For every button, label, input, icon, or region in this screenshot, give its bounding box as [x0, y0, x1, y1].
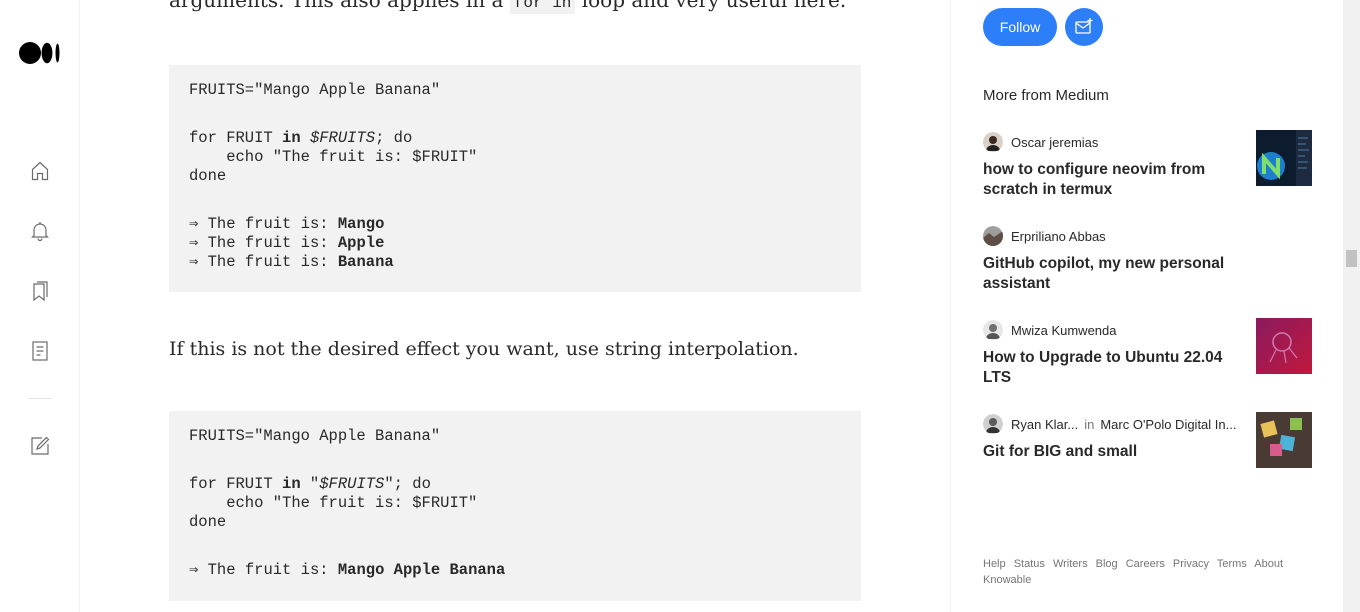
avatar[interactable]: [983, 132, 1003, 152]
story-title[interactable]: How to Upgrade to Ubuntu 22.04 LTS: [983, 348, 1233, 388]
author-name[interactable]: Erpriliano Abbas: [1011, 229, 1106, 244]
rail-divider: [28, 398, 52, 399]
code-line: for FRUIT in $FRUITS; do: [189, 129, 413, 147]
footer-link-terms[interactable]: Terms: [1217, 558, 1247, 570]
footer-link-writers[interactable]: Writers: [1053, 558, 1088, 570]
paragraph: If this is not the desired effect you wa…: [169, 338, 799, 360]
author-row: Erpriliano Abbas: [983, 226, 1312, 246]
code-line: done: [189, 167, 227, 185]
author-name[interactable]: Ryan Klar...: [1011, 417, 1078, 432]
code-line: for FRUIT in "$FRUITS"; do: [189, 475, 431, 493]
more-from-medium-heading: More from Medium: [983, 87, 1109, 104]
footer-link-blog[interactable]: Blog: [1096, 558, 1118, 570]
code-output-line: ⇒ The fruit is: Apple: [189, 234, 385, 252]
left-rail: [0, 0, 80, 612]
code-line: echo "The fruit is: $FRUIT": [189, 494, 478, 512]
code-block-2: FRUITS="Mango Apple Banana" for FRUIT in …: [169, 411, 861, 601]
avatar[interactable]: [983, 320, 1003, 340]
story-title[interactable]: Git for BIG and small: [983, 442, 1233, 462]
code-output-line: ⇒ The fruit is: Banana: [189, 253, 394, 271]
write-icon[interactable]: [28, 434, 52, 458]
story-thumbnail[interactable]: [1256, 130, 1312, 186]
avatar[interactable]: [983, 414, 1003, 434]
story-title[interactable]: GitHub copilot, my new personal assistan…: [983, 254, 1233, 294]
story-thumbnail[interactable]: [1256, 318, 1312, 374]
sidebar-footer: Help Status Writers Blog Careers Privacy…: [983, 556, 1303, 588]
paragraph-cut: arguments. This also applies in a for in…: [169, 0, 846, 17]
article-body: arguments. This also applies in a for in…: [80, 0, 949, 612]
list-item[interactable]: Ryan Klar... in Marc O'Polo Digital In..…: [983, 412, 1312, 468]
list-item[interactable]: Oscar jeremias how to configure neovim f…: [983, 130, 1312, 200]
code-output-line: ⇒ The fruit is: Mango: [189, 215, 385, 233]
code-line: FRUITS="Mango Apple Banana": [189, 81, 441, 99]
subscribe-button[interactable]: [1065, 8, 1103, 46]
code-line: done: [189, 513, 227, 531]
home-icon[interactable]: [28, 159, 52, 183]
story-title[interactable]: how to configure neovim from scratch in …: [983, 160, 1233, 200]
author-name[interactable]: Mwiza Kumwenda: [1011, 323, 1117, 338]
stories-icon[interactable]: [28, 339, 52, 363]
code-line: FRUITS="Mango Apple Banana": [189, 427, 441, 445]
footer-link-privacy[interactable]: Privacy: [1173, 558, 1209, 570]
in-word: in: [1084, 416, 1095, 432]
code-output-line: ⇒ The fruit is: Mango Apple Banana: [189, 561, 506, 579]
paragraph-text-end: loop and very useful here.: [575, 0, 847, 12]
story-thumbnail[interactable]: [1256, 412, 1312, 468]
inline-code: for in: [509, 0, 576, 14]
paragraph-text: arguments. This also applies in a: [169, 0, 510, 12]
scrollbar-thumb[interactable]: [1346, 250, 1357, 267]
code-line: echo "The fruit is: $FRUIT": [189, 148, 478, 166]
medium-logo[interactable]: [19, 42, 61, 64]
code-block-1: FRUITS="Mango Apple Banana" for FRUIT in …: [169, 65, 861, 292]
mail-plus-icon: [1075, 18, 1093, 34]
publication-name[interactable]: Marc O'Polo Digital In...: [1100, 417, 1236, 432]
lists-icon[interactable]: [28, 279, 52, 303]
footer-link-help[interactable]: Help: [983, 558, 1006, 570]
author-name[interactable]: Oscar jeremias: [1011, 135, 1098, 150]
scrollbar[interactable]: [1343, 0, 1360, 612]
list-item[interactable]: Mwiza Kumwenda How to Upgrade to Ubuntu …: [983, 318, 1312, 388]
footer-link-status[interactable]: Status: [1014, 558, 1045, 570]
avatar[interactable]: [983, 226, 1003, 246]
footer-link-about[interactable]: About: [1254, 558, 1283, 570]
footer-link-knowable[interactable]: Knowable: [983, 574, 1031, 586]
notifications-icon[interactable]: [28, 219, 52, 243]
list-item[interactable]: Erpriliano Abbas GitHub copilot, my new …: [983, 226, 1312, 294]
right-sidebar: Follow More from Medium Oscar jeremias h…: [950, 0, 1343, 612]
follow-button[interactable]: Follow: [983, 8, 1057, 46]
footer-link-careers[interactable]: Careers: [1126, 558, 1165, 570]
